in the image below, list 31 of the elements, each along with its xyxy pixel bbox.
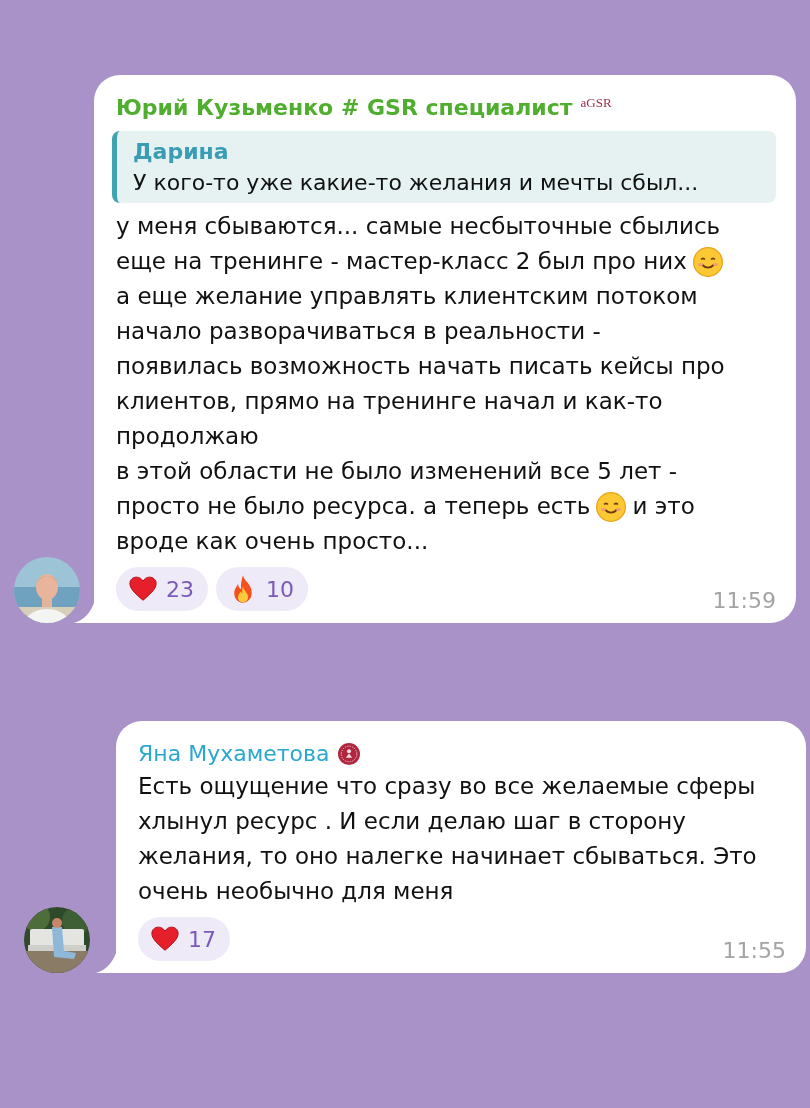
- message-text: и это: [632, 492, 695, 521]
- reaction-button[interactable]: 23: [116, 567, 208, 611]
- message-text: Есть ощущение что сразу во все желаемые сферы: [138, 772, 756, 801]
- message-time: 11:59: [712, 588, 776, 613]
- message-text: у меня сбываются... самые несбыточные сбылись: [116, 212, 721, 241]
- author-name[interactable]: Яна Мухаметова: [138, 739, 330, 769]
- message-text: а еще желание управлять клиентским потоком: [116, 282, 698, 311]
- reply-quote[interactable]: Дарина У кого-то уже какие-то желания и мечты сбыл...: [112, 131, 776, 203]
- message-text: клиентов, прямо на тренинге начал и как-то: [116, 387, 663, 416]
- message-text: просто не было ресурса. а теперь есть: [116, 492, 591, 521]
- author-name[interactable]: Юрий Кузьменко # GSR специалист: [116, 93, 573, 123]
- seal-icon: [337, 743, 360, 765]
- reply-text: У кого-то уже какие-то желания и мечты сбыл...: [133, 169, 700, 197]
- message-text: желания, то оно налегке начинает сбываться. Это: [138, 842, 757, 871]
- reaction-button[interactable]: 17: [138, 917, 230, 961]
- message-text: еще на тренинге - мастер-класс 2 был про них: [116, 247, 687, 276]
- smiley-icon: [692, 246, 723, 277]
- heart-icon: [128, 574, 158, 604]
- message-text: вроде как очень просто...: [116, 527, 429, 556]
- heart-icon: [150, 924, 180, 954]
- reply-author: Дарина: [133, 138, 230, 166]
- message-text: появилась возможность начать писать кейсы про: [116, 352, 725, 381]
- message-text: продолжаю: [116, 422, 259, 451]
- smiley-icon: [596, 491, 627, 522]
- message-text: в этой области не было изменений все 5 лет -: [116, 457, 678, 486]
- message-text: очень необычно для меня: [138, 877, 454, 906]
- badge-label: aGSR: [580, 95, 612, 111]
- reaction-button[interactable]: 10: [216, 567, 308, 611]
- message-time: 11:55: [722, 938, 786, 963]
- message-text: начало разворачиваться в реальности -: [116, 317, 601, 346]
- message-text: хлынул ресурс . И если делаю шаг в сторону: [138, 807, 686, 836]
